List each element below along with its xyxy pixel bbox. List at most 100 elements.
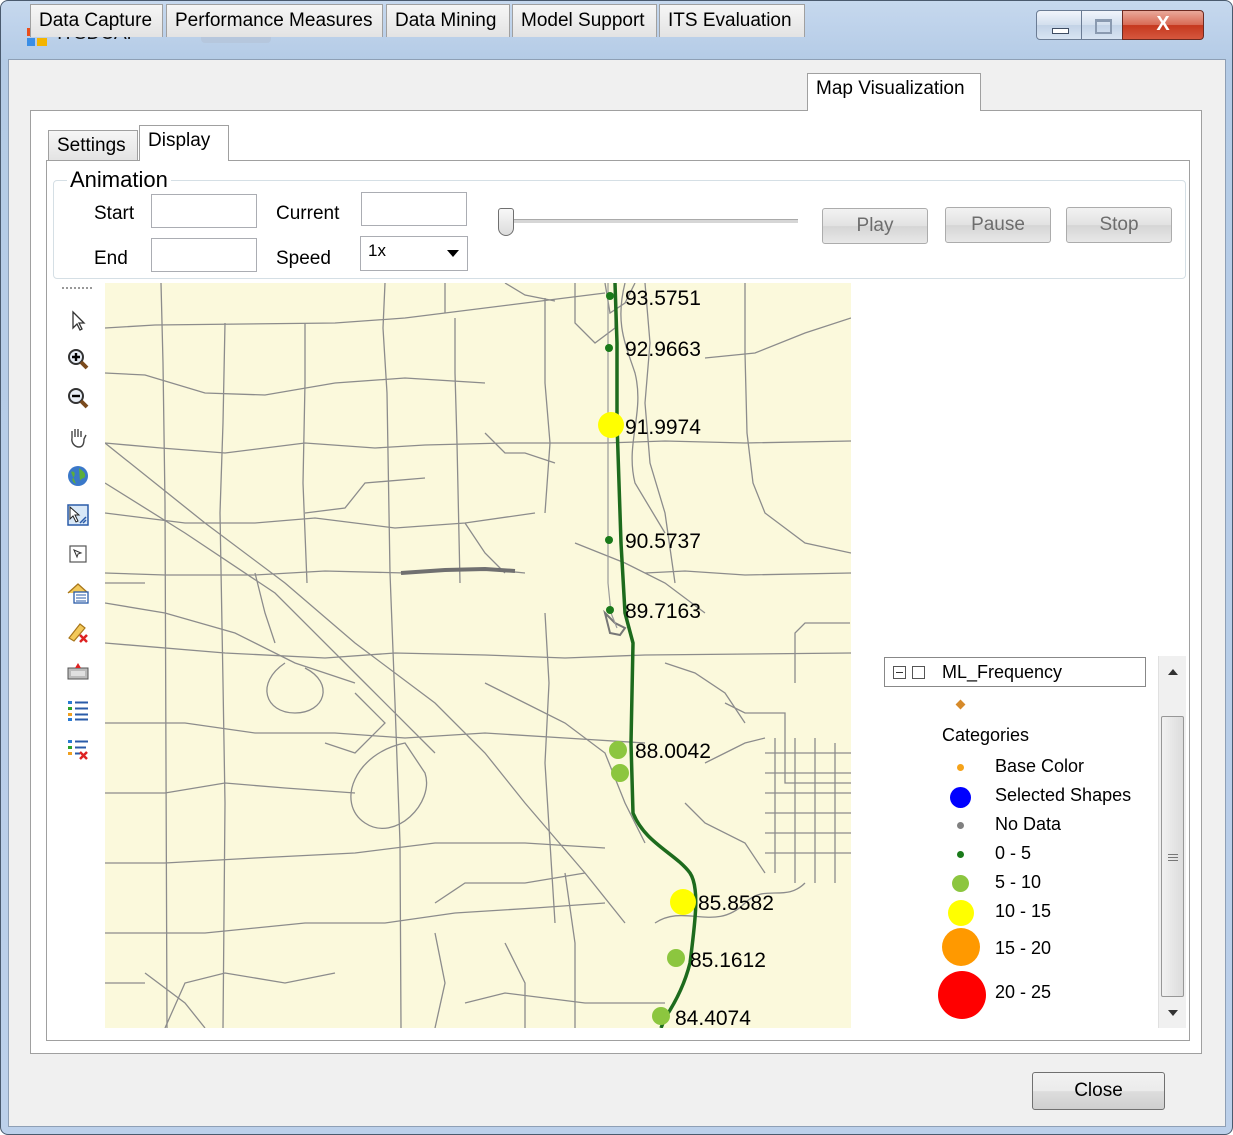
tab-label: Data Mining: [395, 10, 497, 31]
tab-map-visualization[interactable]: Map Visualization: [807, 73, 981, 111]
marker-label: 90.5737: [625, 530, 701, 553]
marker-label: 84.4074: [675, 1007, 751, 1028]
current-input[interactable]: [361, 192, 467, 226]
minimize-button[interactable]: [1036, 10, 1082, 40]
legend-item-label: 15 - 20: [995, 938, 1052, 958]
play-button[interactable]: Play: [822, 208, 928, 244]
legend-layer-header[interactable]: ML_Frequency: [884, 657, 1146, 687]
tab-performance-measures[interactable]: Performance Measures: [166, 4, 383, 37]
legend-layer-name: ML_Frequency: [942, 662, 1063, 682]
legend-swatch: [950, 787, 971, 808]
add-layer-icon[interactable]: [66, 581, 90, 605]
pan-hand-icon[interactable]: [66, 425, 90, 449]
marker-label: 92.9663: [625, 338, 701, 361]
chevron-down-icon: [447, 250, 459, 257]
zoom-to-layer-icon[interactable]: [66, 503, 90, 527]
maximize-icon: [1095, 19, 1112, 34]
tab-label: Data Capture: [39, 10, 153, 31]
animation-group-title: Animation: [67, 167, 171, 193]
legend-categories-label: Categories: [942, 725, 1030, 745]
legend-item-label: 0 - 5: [995, 843, 1032, 863]
tab-label: Performance Measures: [175, 10, 373, 31]
marker-dot[interactable]: [611, 764, 629, 782]
layer-visibility-checkbox[interactable]: [912, 666, 925, 679]
toolbar-grip[interactable]: [62, 287, 92, 291]
legend-swatch: [938, 971, 986, 1019]
close-button-label: Close: [1074, 1080, 1123, 1101]
zoom-in-icon[interactable]: [66, 347, 90, 371]
legend-item-label: 10 - 15: [995, 901, 1052, 921]
tab-data-mining[interactable]: Data Mining: [386, 4, 510, 37]
marker-dot[interactable]: [598, 412, 624, 438]
marker-dot[interactable]: [606, 292, 614, 300]
legend-swatch: [948, 900, 974, 926]
zoom-out-icon[interactable]: [66, 386, 90, 410]
legend-scrollbar[interactable]: [1158, 656, 1186, 1028]
end-input[interactable]: [151, 238, 257, 272]
road-network: [105, 283, 851, 1028]
tab-display[interactable]: Display: [139, 125, 229, 161]
stop-button[interactable]: Stop: [1066, 207, 1172, 243]
window-close-button[interactable]: X: [1122, 10, 1204, 40]
legend-list-icon[interactable]: [66, 698, 90, 722]
legend-swatch: [942, 928, 980, 966]
marker-dot[interactable]: [606, 606, 614, 614]
start-label: Start: [94, 203, 135, 224]
scroll-down-icon[interactable]: [1168, 1010, 1178, 1016]
legend-item-label: 5 - 10: [995, 872, 1042, 892]
animation-slider-track[interactable]: [498, 219, 798, 224]
marker-dot[interactable]: [652, 1007, 670, 1025]
select-rectangle-icon[interactable]: [66, 542, 90, 566]
tab-its-evaluation[interactable]: ITS Evaluation: [659, 4, 805, 37]
legend-item-label: No Data: [995, 814, 1062, 834]
legend-scroll-thumb[interactable]: [1161, 716, 1184, 997]
legend-panel: [851, 656, 1158, 1028]
legend-swatch: [957, 851, 964, 858]
map-canvas[interactable]: 93.5751 92.9663 91.9974 90.5737 89.7163 …: [105, 283, 851, 1028]
marker-label: 93.5751: [625, 287, 701, 310]
tab-label: ITS Evaluation: [668, 10, 792, 31]
tab-model-support[interactable]: Model Support: [512, 4, 657, 37]
tab-label: Settings: [57, 135, 126, 156]
scroll-up-icon[interactable]: [1168, 669, 1178, 675]
marker-dot[interactable]: [605, 536, 613, 544]
remove-legend-icon[interactable]: [66, 737, 90, 761]
close-icon: X: [1156, 13, 1170, 35]
minimize-icon: [1052, 28, 1069, 34]
start-input[interactable]: [151, 194, 257, 228]
legend-swatch: [957, 764, 964, 771]
marker-dot[interactable]: [605, 344, 613, 352]
marker-dot[interactable]: [670, 889, 696, 915]
maximize-button[interactable]: [1081, 10, 1123, 40]
tab-label: Map Visualization: [816, 78, 965, 99]
app-window: ITSDCAP X Data Capture Performance Measu…: [0, 0, 1233, 1135]
speed-label: Speed: [276, 248, 331, 269]
tab-data-capture[interactable]: Data Capture: [30, 4, 163, 37]
legend-swatch: [952, 875, 969, 892]
remove-layer-icon[interactable]: [66, 620, 90, 644]
legend-item-label: Selected Shapes: [995, 785, 1132, 805]
collapse-icon[interactable]: [893, 666, 906, 679]
layer-properties-icon[interactable]: [66, 659, 90, 683]
play-label: Play: [856, 215, 894, 236]
marker-dot[interactable]: [667, 949, 685, 967]
tab-settings[interactable]: Settings: [48, 130, 138, 161]
close-button[interactable]: Close: [1032, 1072, 1165, 1110]
marker-label: 89.7163: [625, 600, 701, 623]
marker-label: 85.1612: [690, 949, 766, 972]
tab-label: Display: [148, 130, 211, 151]
globe-full-extent-icon[interactable]: [66, 464, 90, 488]
current-label: Current: [276, 203, 340, 224]
marker-label: 88.0042: [635, 740, 711, 763]
marker-label: 85.8582: [698, 892, 774, 915]
speed-select[interactable]: 1x: [360, 236, 468, 271]
legend-item-label: Base Color: [995, 756, 1085, 776]
pause-label: Pause: [971, 214, 1025, 235]
animation-slider-thumb[interactable]: [498, 208, 514, 236]
legend-swatch: [957, 822, 964, 829]
marker-dot[interactable]: [609, 741, 627, 759]
map-svg: 93.5751 92.9663 91.9974 90.5737 89.7163 …: [105, 283, 851, 1028]
speed-value: 1x: [368, 241, 386, 260]
select-arrow-icon[interactable]: [66, 309, 90, 333]
pause-button[interactable]: Pause: [945, 207, 1051, 243]
